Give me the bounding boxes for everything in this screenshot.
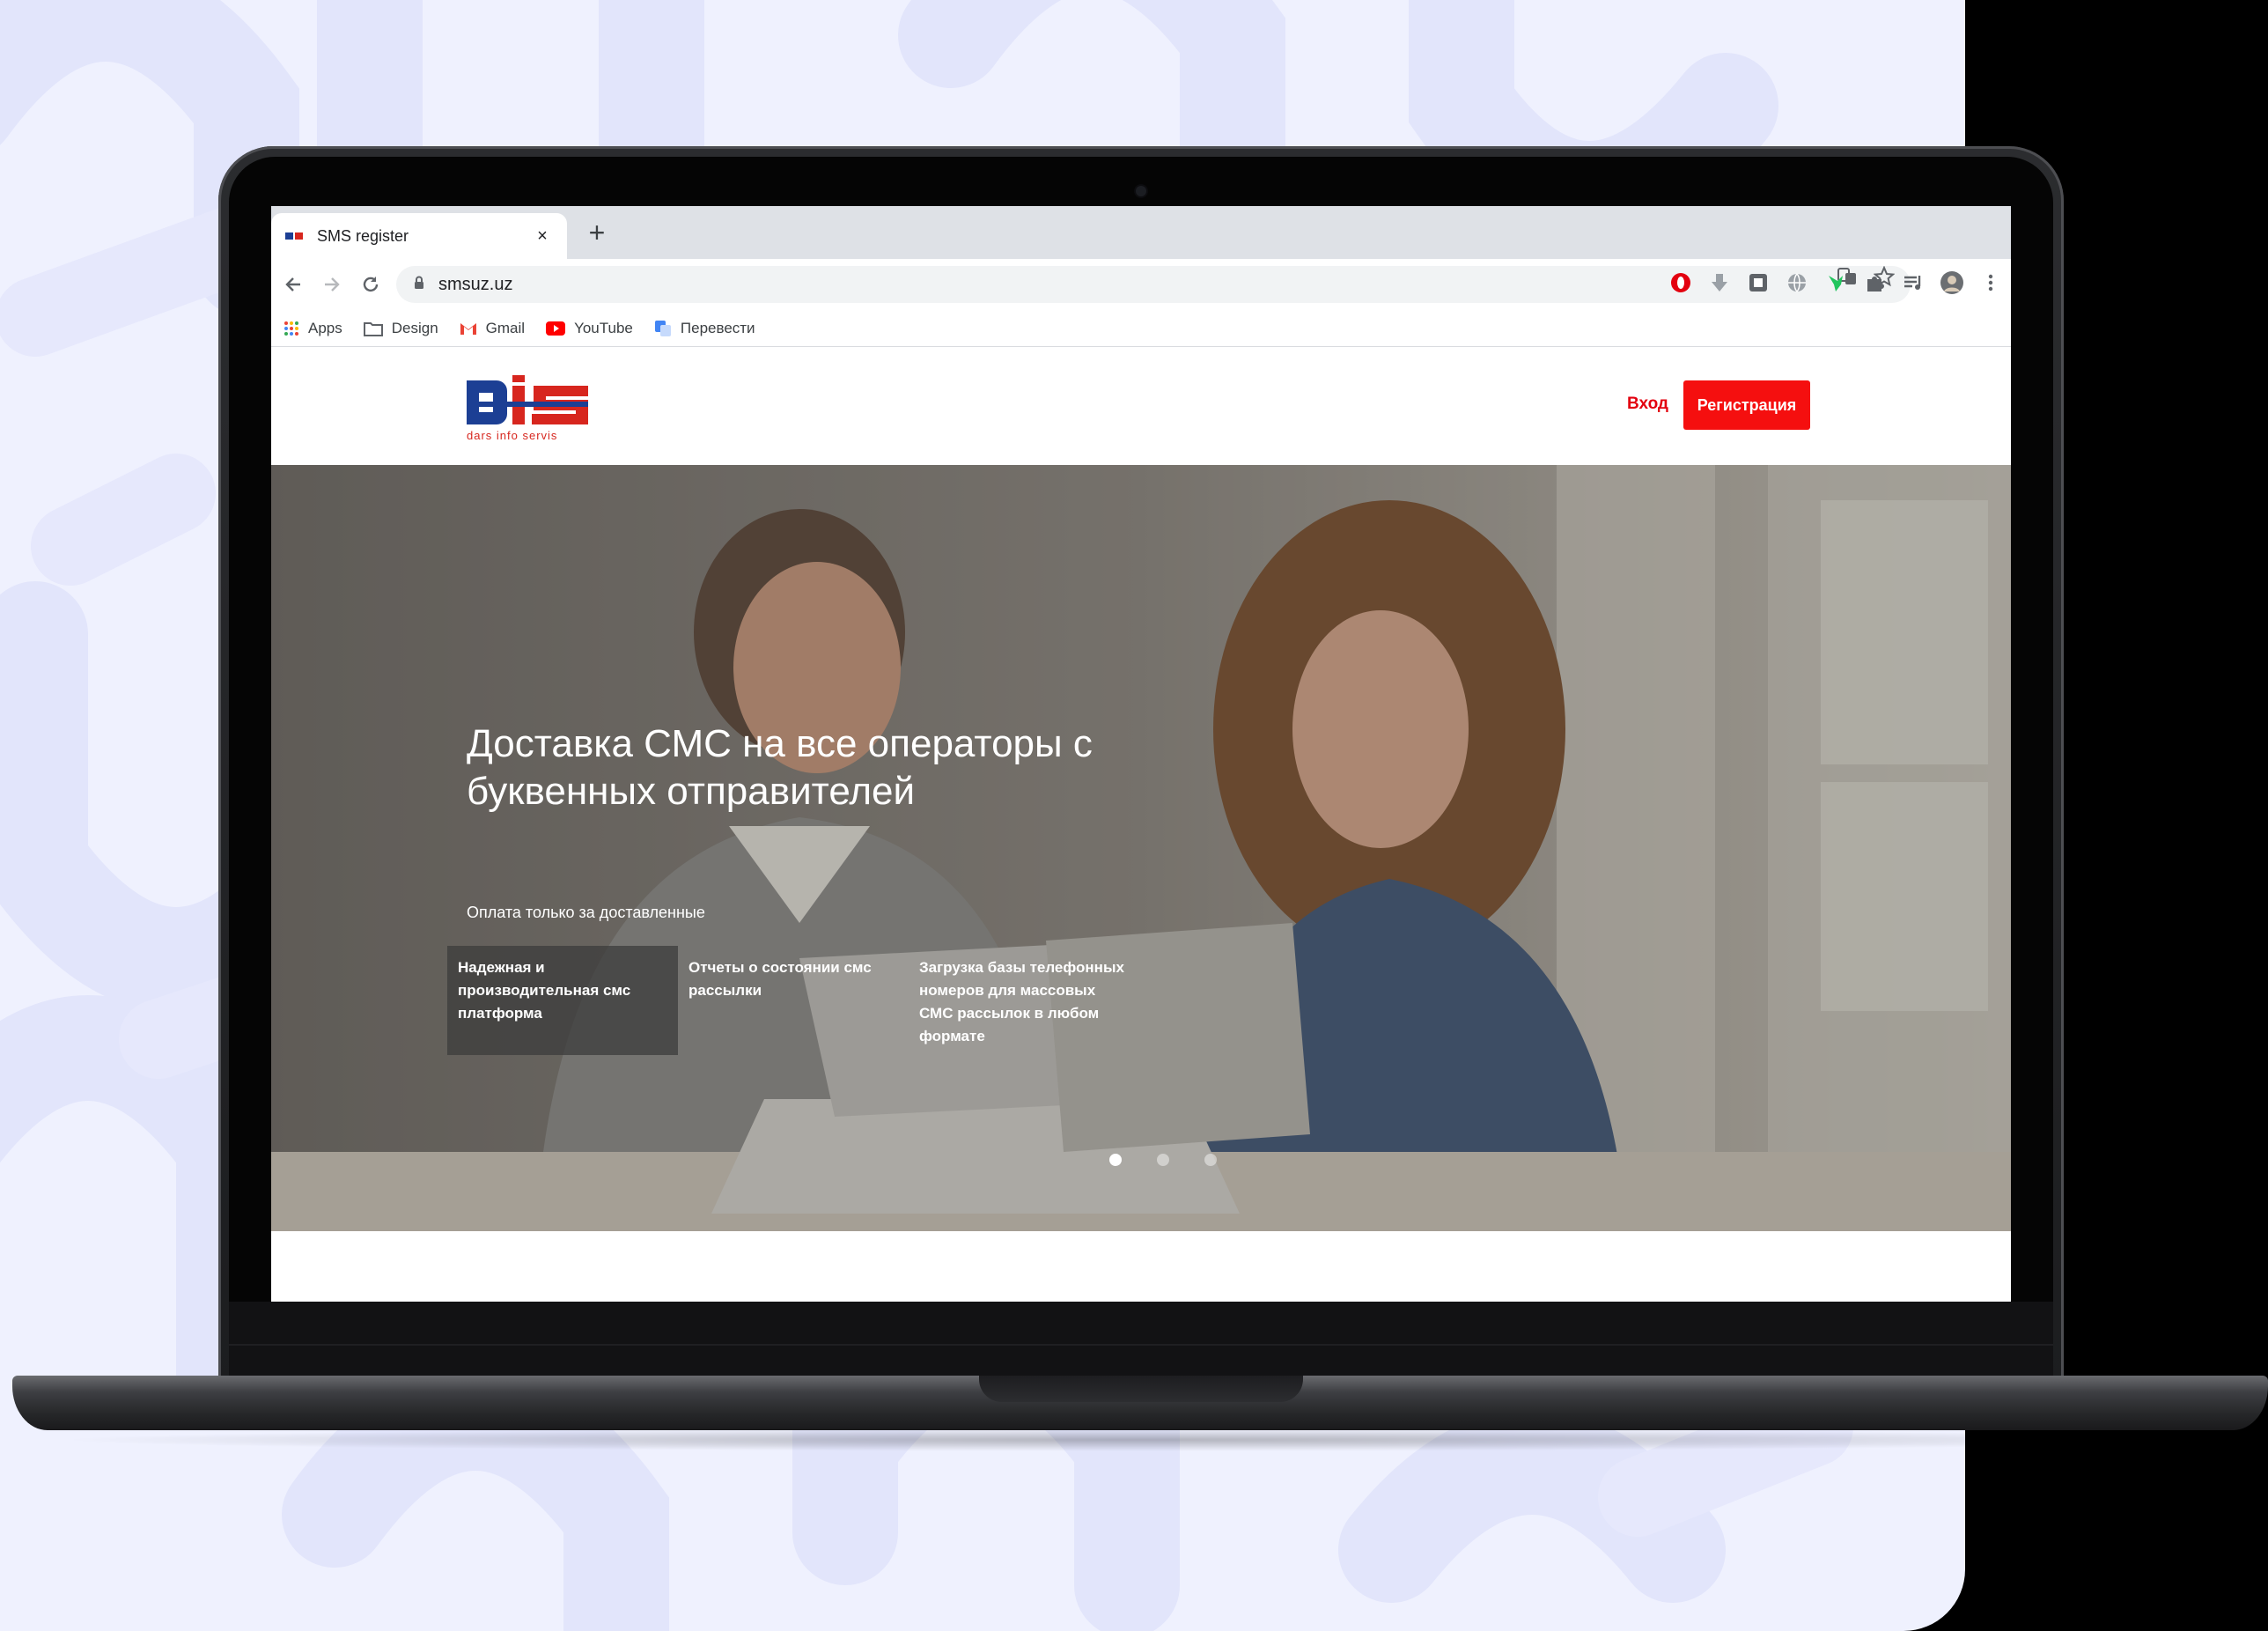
- hummingbird-extension-icon[interactable]: [1822, 269, 1849, 296]
- feature-label: Отчеты о состоянии смс рассылки: [688, 959, 872, 999]
- feature-tab-upload[interactable]: Загрузка базы телефонных номеров для мас…: [909, 946, 1139, 1055]
- feature-tab-reports[interactable]: Отчеты о состоянии смс рассылки: [678, 946, 909, 1055]
- new-tab-button[interactable]: +: [581, 217, 613, 248]
- media-queue-icon[interactable]: [1900, 269, 1926, 296]
- feature-label: Загрузка базы телефонных номеров для мас…: [919, 959, 1124, 1044]
- reload-icon: [363, 277, 379, 292]
- youtube-icon: [546, 321, 566, 336]
- gmail-icon: [460, 321, 477, 336]
- slider-dot-1[interactable]: [1109, 1154, 1122, 1166]
- bookmark-label: Gmail: [485, 319, 526, 336]
- feature-tab-platform[interactable]: Надежная и производительная смс платформ…: [447, 946, 678, 1055]
- globe-icon[interactable]: [1784, 269, 1810, 296]
- folder-icon: [363, 321, 383, 336]
- bookmarks-bar: Apps Design Gmail YouTube Перевести: [271, 310, 2011, 347]
- screenshot-extension-icon[interactable]: [1745, 269, 1771, 296]
- back-arrow-icon: [285, 277, 300, 292]
- download-icon[interactable]: [1706, 269, 1733, 296]
- profile-avatar-icon[interactable]: [1939, 269, 1965, 296]
- extensions-puzzle-icon[interactable]: [1861, 269, 1888, 296]
- reload-button[interactable]: [356, 269, 386, 299]
- bookmark-gmail[interactable]: Gmail: [460, 320, 525, 337]
- logo-mark: dars info servis: [467, 375, 588, 442]
- laptop-chin: [229, 1302, 2053, 1379]
- opera-adblock-icon[interactable]: [1668, 269, 1694, 296]
- bookmark-label: Design: [391, 319, 438, 336]
- translate-icon: [654, 320, 672, 337]
- browser-tab-strip: SMS register × +: [271, 206, 2011, 259]
- slider-dot-3[interactable]: [1204, 1154, 1217, 1166]
- laptop-chin-divider: [229, 1344, 2053, 1346]
- address-url: smsuz.uz: [438, 274, 513, 294]
- feature-label: Надежная и производительная смс платформ…: [458, 959, 631, 1022]
- tab-close-icon[interactable]: ×: [532, 226, 553, 247]
- slider-pagination: [1109, 1154, 1217, 1166]
- forward-arrow-icon: [325, 277, 340, 292]
- svg-text:dars info servis: dars info servis: [467, 429, 557, 442]
- dis-logo[interactable]: dars info servis: [465, 373, 597, 444]
- login-link[interactable]: Вход: [1627, 395, 1668, 414]
- apps-grid-icon: [284, 321, 299, 336]
- bookmark-label: Перевести: [680, 319, 755, 336]
- laptop-screen: SMS register × + smsuz.uz Apps Design Gm…: [271, 206, 2011, 1302]
- hero-photo-people-laptop: [271, 465, 2011, 1231]
- laptop-shadow: [53, 1428, 2228, 1451]
- register-button[interactable]: Регистрация: [1683, 380, 1810, 430]
- hero-slider: Доставка СМС на все операторы с буквенны…: [271, 465, 2011, 1231]
- bookmark-design-folder[interactable]: Design: [363, 319, 438, 337]
- browser-toolbar: smsuz.uz: [271, 259, 2011, 310]
- hero-title: Доставка СМС на все операторы с буквенны…: [467, 722, 1093, 813]
- laptop-opening-notch: [979, 1376, 1303, 1402]
- webcam-icon: [1136, 186, 1146, 196]
- bookmark-translate[interactable]: Перевести: [654, 320, 755, 337]
- bookmark-apps[interactable]: Apps: [284, 320, 342, 337]
- browser-menu-icon[interactable]: [1977, 269, 2004, 296]
- back-button[interactable]: [278, 269, 308, 299]
- forward-button[interactable]: [317, 269, 347, 299]
- bookmark-youtube[interactable]: YouTube: [546, 320, 633, 337]
- slider-dot-2[interactable]: [1157, 1154, 1169, 1166]
- tab-title: SMS register: [317, 226, 409, 245]
- site-header: dars info servis Вход Регистрация: [271, 347, 2011, 465]
- hero-subtitle: Оплата только за доставленные: [467, 904, 705, 921]
- bookmark-label: Apps: [308, 319, 342, 336]
- browser-tab[interactable]: SMS register ×: [271, 213, 567, 259]
- extension-icons: [1668, 269, 2004, 296]
- bookmark-label: YouTube: [574, 319, 633, 336]
- web-page: dars info servis Вход Регистрация Достав…: [271, 347, 2011, 1302]
- lock-icon: [414, 276, 424, 294]
- site-favicon-icon: [285, 230, 305, 242]
